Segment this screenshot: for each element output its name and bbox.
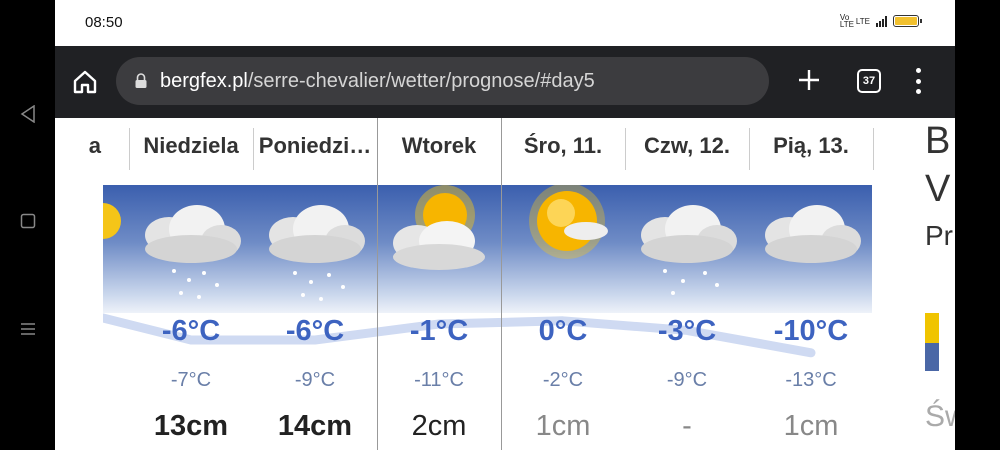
day-header[interactable]: Wtorek: [377, 118, 501, 173]
max-temp: -1°C: [409, 315, 469, 347]
status-time: 08:50: [85, 14, 123, 31]
snowfall: 1cm: [783, 410, 839, 442]
day-header[interactable]: Poniedzi…: [253, 118, 377, 173]
legend-bar-yellow: [925, 313, 939, 343]
sun-cloud-icon: [377, 185, 501, 313]
min-temp: -9°C: [294, 369, 336, 391]
battery-icon: [893, 15, 922, 27]
day-header[interactable]: Śro, 11.: [501, 118, 625, 173]
sun-icon: [501, 183, 625, 313]
legend-bar-blue: [925, 343, 939, 371]
max-temp: -6°C: [161, 315, 221, 347]
min-temp: -9°C: [666, 369, 708, 391]
cloud-snow-icon: [253, 185, 377, 313]
snowfall: 2cm: [411, 410, 467, 442]
home-nav-icon[interactable]: [17, 210, 39, 232]
max-temp: 0°C: [538, 315, 588, 347]
max-temp: -6°C: [285, 315, 345, 347]
volte-indicator: Vo LTE: [839, 13, 854, 29]
tab-switcher-button[interactable]: 37: [857, 69, 881, 93]
recents-icon[interactable]: [17, 318, 39, 340]
system-nav-bar: [0, 0, 55, 450]
side-panel-heading: V: [925, 168, 951, 210]
min-temp: -11°C: [414, 369, 464, 391]
snowfall: 1cm: [535, 410, 591, 442]
home-icon[interactable]: [71, 68, 99, 96]
side-panel-label: Św: [925, 400, 955, 433]
status-bar: 08:50 Vo LTE LTE: [55, 0, 955, 46]
side-panel-heading: B: [925, 120, 951, 162]
back-icon[interactable]: [17, 103, 39, 125]
snowfall: 14cm: [277, 410, 353, 442]
snowfall: -: [682, 410, 692, 442]
status-icons: Vo LTE LTE: [839, 13, 922, 29]
cloud-icon: [749, 185, 873, 313]
forecast-content: a Niedziela Poniedzi… Wtorek Śro, 11. Cz…: [55, 118, 955, 450]
day-header[interactable]: Pią, 13.: [749, 118, 873, 173]
url-host: bergfex.pl: [160, 69, 248, 92]
day-header[interactable]: Czw, 12.: [625, 118, 749, 173]
browser-toolbar: bergfex.pl/serre-chevalier/wetter/progno…: [55, 46, 955, 118]
lock-icon: [134, 73, 148, 89]
min-temp: -2°C: [542, 369, 584, 391]
min-temp: -13°C: [785, 369, 837, 391]
partial-day-header: a: [88, 132, 101, 158]
min-temp: -7°C: [170, 369, 212, 391]
day-header[interactable]: Niedziela: [129, 118, 253, 173]
snowfall: 13cm: [153, 410, 229, 442]
side-panel-subheading: Pr: [925, 220, 953, 251]
lte-indicator: LTE: [855, 16, 870, 26]
max-temp: -3°C: [657, 315, 717, 347]
address-bar[interactable]: bergfex.pl/serre-chevalier/wetter/progno…: [116, 57, 769, 105]
overflow-menu-icon[interactable]: [912, 68, 924, 94]
phone-screen: 08:50 Vo LTE LTE bergfex.pl/serre-cheval…: [55, 0, 955, 450]
cloud-snow-icon: [625, 185, 749, 313]
new-tab-icon[interactable]: [797, 68, 821, 92]
forecast-day-headers: a Niedziela Poniedzi… Wtorek Śro, 11. Cz…: [55, 118, 955, 173]
cloud-snow-icon: [129, 185, 253, 313]
screen-edge: [955, 0, 1000, 450]
sun-icon: [103, 185, 129, 313]
max-temp: -10°C: [773, 315, 849, 347]
url-path: /serre-chevalier/wetter/prognose/#day5: [247, 69, 595, 92]
signal-icon: [876, 15, 887, 27]
url-text: bergfex.pl/serre-chevalier/wetter/progno…: [160, 70, 595, 93]
